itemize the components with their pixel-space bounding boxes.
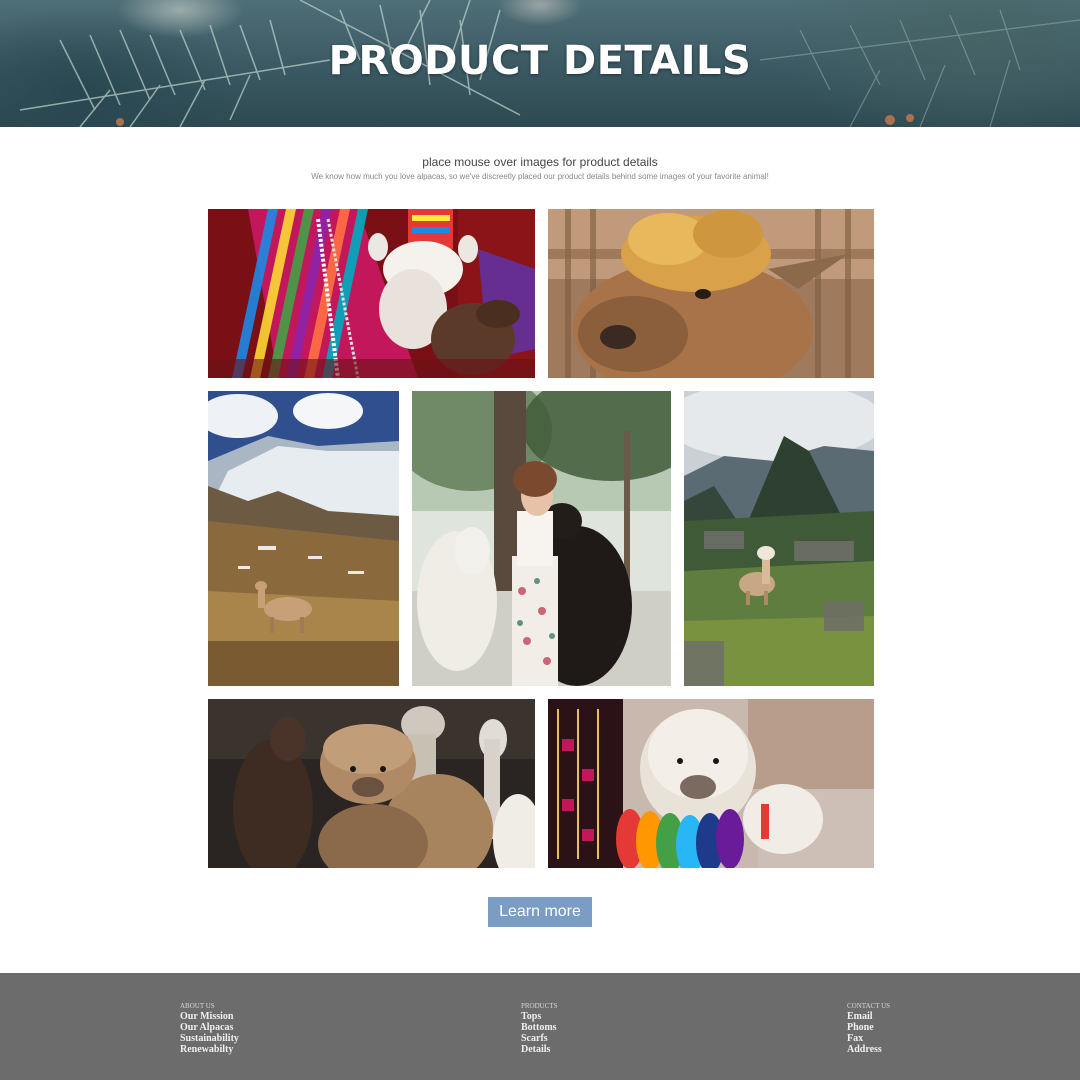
footer-link-phone[interactable]: Phone	[847, 1022, 890, 1033]
gallery-image-alpaca-mountains[interactable]	[208, 391, 399, 686]
learn-more-button[interactable]: Learn more	[488, 897, 592, 927]
intro-title: place mouse over images for product deta…	[422, 155, 658, 169]
gallery-image-woman-alpacas[interactable]	[412, 391, 671, 686]
footer-heading-about: ABOUT US	[180, 1002, 215, 1010]
page-title: PRODUCT DETAILS	[328, 38, 752, 84]
gallery-image-alpaca-closeup[interactable]	[548, 209, 874, 378]
intro-subtitle: We know how much you love alpacas, so we…	[311, 172, 769, 181]
gallery-image-alpaca-group[interactable]	[208, 699, 535, 868]
footer-link-tops[interactable]: Tops	[521, 1011, 558, 1022]
footer-heading-contact: CONTACT US	[847, 1002, 891, 1010]
footer: ABOUT US Our Mission Our Alpacas Sustain…	[0, 973, 1080, 1080]
footer-column-contact: CONTACT US Email Phone Fax Address	[847, 1002, 890, 1055]
footer-link-details[interactable]: Details	[521, 1044, 558, 1055]
footer-link-sustainability[interactable]: Sustainability	[180, 1033, 239, 1044]
footer-link-email[interactable]: Email	[847, 1011, 890, 1022]
gallery-image-alpaca-rainbow-tassels[interactable]	[548, 699, 874, 868]
footer-column-about: ABOUT US Our Mission Our Alpacas Sustain…	[180, 1002, 239, 1055]
footer-link-our-alpacas[interactable]: Our Alpacas	[180, 1022, 239, 1033]
footer-link-address[interactable]: Address	[847, 1044, 890, 1055]
hero-banner: PRODUCT DETAILS	[0, 0, 1080, 127]
footer-link-fax[interactable]: Fax	[847, 1033, 890, 1044]
footer-link-our-mission[interactable]: Our Mission	[180, 1011, 239, 1022]
footer-column-products: PRODUCTS Tops Bottoms Scarfs Details	[521, 1002, 558, 1055]
gallery-image-alpaca-lamb-textile[interactable]	[208, 209, 535, 378]
footer-link-scarfs[interactable]: Scarfs	[521, 1033, 558, 1044]
footer-heading-products: PRODUCTS	[521, 1002, 558, 1010]
footer-link-bottoms[interactable]: Bottoms	[521, 1022, 558, 1033]
footer-link-renewability[interactable]: Renewabilty	[180, 1044, 239, 1055]
gallery-image-alpaca-machu-picchu[interactable]	[684, 391, 874, 686]
